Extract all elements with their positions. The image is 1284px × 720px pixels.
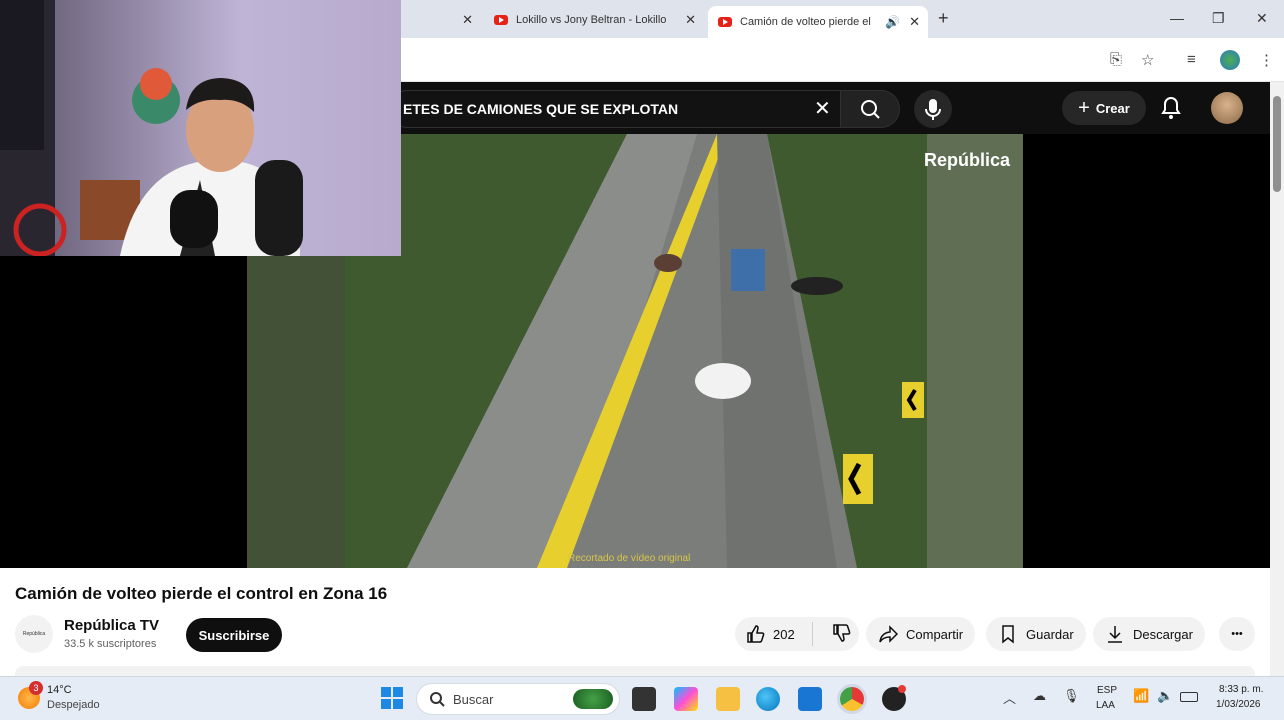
subscriber-count: 33.5 k suscriptores — [64, 638, 157, 650]
tab-title: Camión de volteo pierde el — [740, 16, 871, 28]
chevron-up-icon[interactable]: ︿ — [1003, 688, 1016, 707]
webcam-overlay — [0, 0, 401, 256]
search-icon — [430, 692, 445, 707]
share-label: Compartir — [906, 626, 964, 642]
tab-close-icon[interactable]: ✕ — [909, 14, 920, 30]
install-app-icon[interactable]: ⎘ — [1110, 51, 1122, 68]
like-dislike-group: 202 — [735, 617, 859, 651]
account-avatar[interactable] — [1211, 92, 1243, 124]
download-button[interactable]: Descargar — [1093, 617, 1205, 651]
microphone-icon[interactable]: 🎙 — [1063, 688, 1080, 704]
close-window-button[interactable]: ✕ — [1256, 10, 1268, 27]
channel-logo[interactable]: República — [15, 615, 53, 653]
tab-title: Lokillo vs Jony Beltran - Lokillo — [516, 14, 667, 26]
microphone-icon — [925, 99, 941, 120]
browser-tab-active[interactable]: Camión de volteo pierde el 🔊 ✕ — [708, 6, 928, 38]
weather-badge: 3 — [29, 681, 43, 695]
save-label: Guardar — [1026, 626, 1074, 642]
channel-name[interactable]: República TV — [64, 617, 159, 634]
like-button[interactable]: 202 — [735, 622, 813, 646]
clock-date[interactable]: 1/03/2026 — [1216, 699, 1261, 710]
youtube-favicon-icon — [494, 15, 508, 25]
video-title: Camión de volteo pierde el control en Zo… — [15, 584, 388, 603]
tab-close-icon[interactable]: ✕ — [462, 12, 473, 28]
bell-icon — [1161, 96, 1181, 119]
notifications-button[interactable] — [1160, 96, 1182, 125]
onedrive-icon[interactable]: ☁ — [1033, 688, 1046, 704]
video-watermark: República — [924, 150, 1011, 170]
search-button[interactable] — [840, 90, 900, 128]
speaker-icon[interactable]: 🔊 — [885, 15, 900, 29]
search-label: Buscar — [453, 691, 494, 707]
browser-tab[interactable]: Lokillo vs Jony Beltran - Lokillo ✕ — [484, 6, 704, 34]
browser-tab[interactable]: ✕ — [401, 6, 481, 34]
media-controls-icon[interactable]: ≡ — [1187, 51, 1196, 68]
like-count: 202 — [773, 626, 795, 642]
windows-logo-icon — [381, 687, 403, 709]
download-icon — [1108, 626, 1122, 643]
wifi-icon[interactable]: 📶 — [1133, 688, 1149, 704]
webcam-image — [0, 0, 303, 256]
new-tab-button[interactable]: + — [938, 8, 949, 29]
profile-avatar-icon[interactable] — [1220, 50, 1240, 70]
create-button[interactable]: + Crear — [1062, 91, 1146, 125]
weather-condition: Despejado — [47, 699, 100, 711]
description-box[interactable] — [15, 666, 1255, 676]
browser-menu-icon[interactable]: ⋮ — [1259, 51, 1274, 69]
search-icon — [861, 100, 880, 119]
download-label: Descargar — [1133, 626, 1193, 642]
clock-time[interactable]: 8:33 p. m. — [1219, 684, 1263, 695]
language-code[interactable]: ESP — [1097, 685, 1117, 696]
subscribe-button[interactable]: Suscribirse — [186, 618, 282, 652]
minimize-button[interactable]: — — [1170, 10, 1184, 26]
share-icon — [879, 625, 898, 643]
create-label: Crear — [1095, 100, 1130, 116]
thumbs-up-icon — [747, 625, 765, 643]
task-view-icon[interactable] — [632, 687, 656, 711]
search-input[interactable]: ETES DE CAMIONES QUE SE EXPLOTAN — [388, 90, 840, 128]
windows-taskbar: 3 14°C Despejado Buscar ︿ ☁ 🎙 ESP LAA 📶 … — [0, 676, 1284, 720]
bookmark-star-icon[interactable]: ☆ — [1141, 51, 1154, 69]
search-query-text: ETES DE CAMIONES QUE SE EXPLOTAN — [403, 101, 679, 117]
tab-close-icon[interactable]: ✕ — [685, 12, 696, 28]
save-button[interactable]: Guardar — [986, 617, 1086, 651]
crop-label: Recortado de vídeo original — [568, 553, 691, 564]
edge-icon[interactable] — [756, 687, 780, 711]
search-highlight-icon — [573, 689, 613, 709]
more-actions-button[interactable]: ••• — [1219, 617, 1255, 651]
start-button[interactable] — [381, 687, 403, 714]
store-icon[interactable] — [798, 687, 822, 711]
maximize-button[interactable]: ❐ — [1212, 10, 1225, 27]
weather-temp: 14°C — [47, 684, 72, 696]
bookmark-icon — [1002, 625, 1014, 644]
voice-search-button[interactable] — [914, 90, 952, 128]
youtube-favicon-icon — [718, 17, 732, 27]
taskbar-search-box[interactable]: Buscar — [416, 683, 620, 715]
keyboard-layout[interactable]: LAA — [1096, 700, 1115, 711]
thumbs-down-icon — [833, 623, 851, 642]
recording-dot — [898, 685, 906, 693]
copilot-icon[interactable] — [674, 687, 698, 711]
volume-icon[interactable]: 🔈 — [1157, 688, 1173, 704]
plus-icon: + — [1078, 96, 1090, 119]
share-button[interactable]: Compartir — [866, 617, 976, 651]
scrollbar-thumb[interactable] — [1273, 96, 1281, 192]
dislike-button[interactable] — [821, 623, 851, 646]
file-explorer-icon[interactable] — [716, 687, 740, 711]
chrome-icon[interactable] — [840, 687, 864, 711]
clear-search-icon[interactable]: ✕ — [814, 96, 831, 121]
battery-icon[interactable] — [1180, 692, 1198, 702]
